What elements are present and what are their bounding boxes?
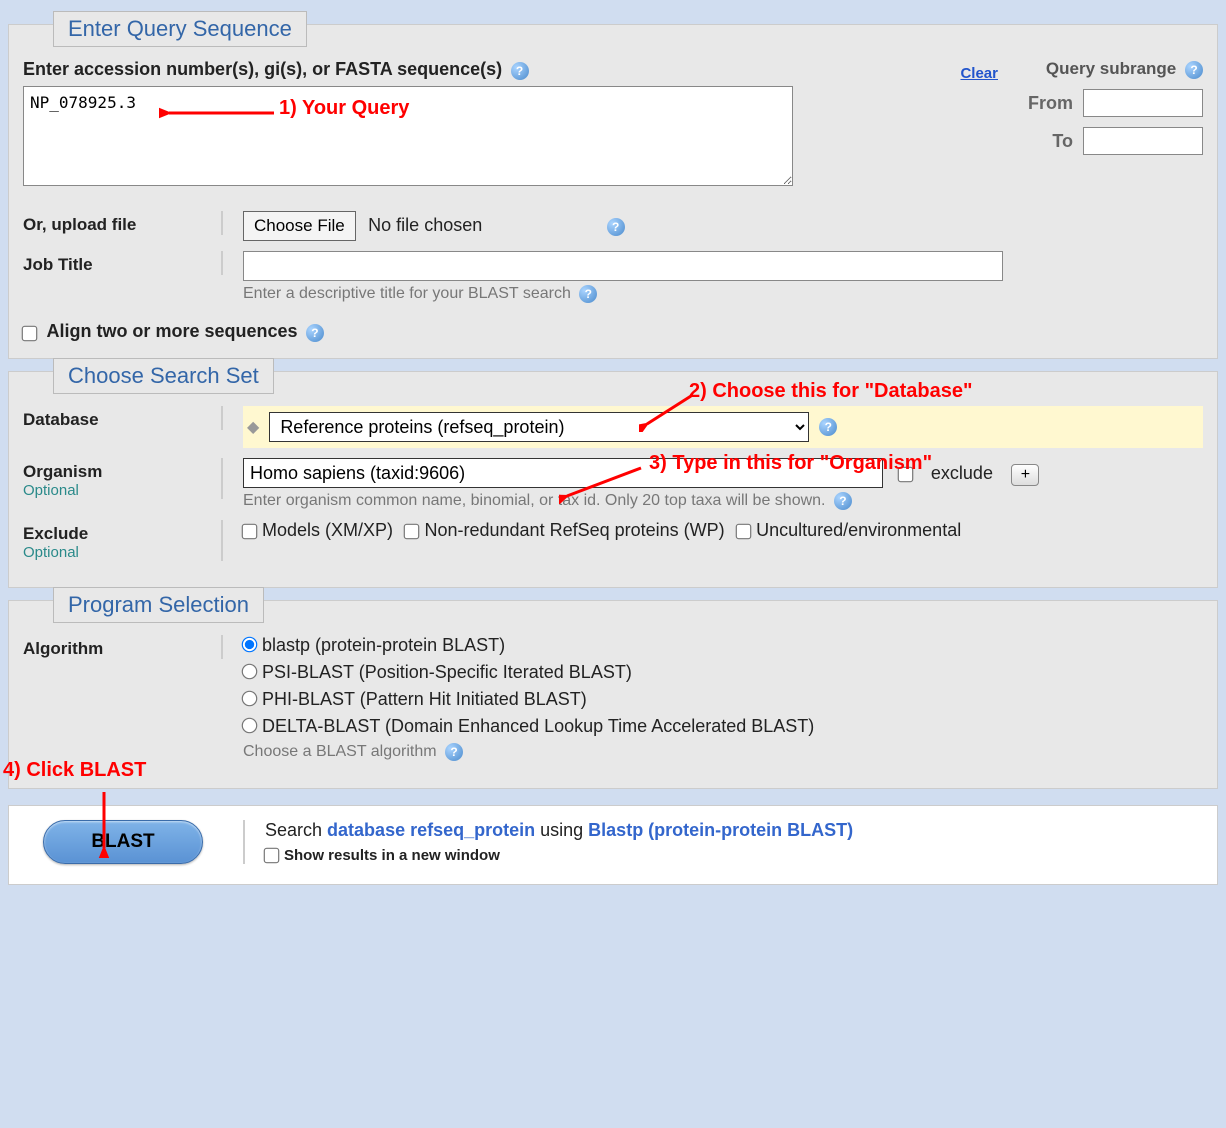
align-label: Align two or more sequences <box>46 321 297 341</box>
file-status: No file chosen <box>368 215 482 235</box>
database-label: Database <box>23 406 223 430</box>
exclude-wp-checkbox[interactable] <box>404 524 420 540</box>
exclude-wp-label: Non-redundant RefSeq proteins (WP) <box>424 520 724 540</box>
exclude-checkbox[interactable] <box>898 467 914 483</box>
to-input[interactable] <box>1083 127 1203 155</box>
algo-blastp-label: blastp (protein-protein BLAST) <box>262 635 505 655</box>
exclude-models-checkbox[interactable] <box>242 524 258 540</box>
exclude-env-checkbox[interactable] <box>736 524 752 540</box>
section-title-program: Program Selection <box>53 587 264 623</box>
algo-hint: Choose a BLAST algorithm <box>243 744 437 761</box>
help-icon[interactable]: ? <box>1185 61 1203 79</box>
algo-delta-radio[interactable] <box>242 718 258 734</box>
exclude-cb-label: exclude <box>931 463 993 483</box>
section-query: Enter Query Sequence Enter accession num… <box>8 24 1218 359</box>
algo-delta-label: DELTA-BLAST (Domain Enhanced Lookup Time… <box>262 716 814 736</box>
help-icon[interactable]: ? <box>445 743 463 761</box>
search-using: using <box>535 820 588 840</box>
blast-button[interactable]: BLAST <box>43 820 203 864</box>
diamond-icon: ◆ <box>247 417 259 437</box>
optional-label: Optional <box>23 482 221 499</box>
help-icon[interactable]: ? <box>607 218 625 236</box>
exclude-models-label: Models (XM/XP) <box>262 520 393 540</box>
algo-phi-radio[interactable] <box>242 691 258 707</box>
query-subrange: Query subrange ? From To <box>1028 59 1203 165</box>
subrange-title: Query subrange <box>1046 59 1176 78</box>
query-field-label: Enter accession number(s), gi(s), or FAS… <box>23 59 502 80</box>
algorithm-label: Algorithm <box>23 635 223 659</box>
search-program: Blastp (protein-protein BLAST) <box>588 820 853 840</box>
algo-psi-label: PSI-BLAST (Position-Specific Iterated BL… <box>262 662 632 682</box>
exclude-env-label: Uncultured/environmental <box>756 520 961 540</box>
organism-input[interactable] <box>243 458 883 488</box>
job-title-input[interactable] <box>243 251 1003 281</box>
add-organism-button[interactable]: + <box>1011 464 1039 486</box>
search-prefix: Search <box>265 820 327 840</box>
algo-phi-label: PHI-BLAST (Pattern Hit Initiated BLAST) <box>262 689 587 709</box>
algo-blastp-radio[interactable] <box>242 637 258 653</box>
from-input[interactable] <box>1083 89 1203 117</box>
section-title-query: Enter Query Sequence <box>53 11 307 47</box>
help-icon[interactable]: ? <box>306 324 324 342</box>
algo-psi-radio[interactable] <box>242 664 258 680</box>
optional-label: Optional <box>23 544 221 561</box>
search-database: database refseq_protein <box>327 820 535 840</box>
upload-label: Or, upload file <box>23 211 223 235</box>
job-title-hint: Enter a descriptive title for your BLAST… <box>243 285 571 302</box>
annotation-4: 4) Click BLAST <box>3 759 146 782</box>
section-title-search-set: Choose Search Set <box>53 358 274 394</box>
query-textarea[interactable] <box>23 86 793 186</box>
from-label: From <box>1028 93 1073 114</box>
job-title-label: Job Title <box>23 251 223 275</box>
show-results-label: Show results in a new window <box>284 847 500 864</box>
organism-label: Organism <box>23 462 102 481</box>
show-results-checkbox[interactable] <box>264 848 280 864</box>
blast-submit-row: BLAST Search database refseq_protein usi… <box>8 805 1218 885</box>
help-icon[interactable]: ? <box>579 285 597 303</box>
align-checkbox[interactable] <box>22 325 38 341</box>
exclude-label: Exclude <box>23 524 88 543</box>
to-label: To <box>1052 131 1073 152</box>
section-search-set: Choose Search Set Database ◆ Reference p… <box>8 371 1218 588</box>
choose-file-button[interactable]: Choose File <box>243 211 356 241</box>
organism-hint: Enter organism common name, binomial, or… <box>243 492 826 509</box>
help-icon[interactable]: ? <box>834 492 852 510</box>
clear-link[interactable]: Clear <box>960 65 998 82</box>
help-icon[interactable]: ? <box>819 418 837 436</box>
annotation-2: 2) Choose this for "Database" <box>689 380 972 403</box>
database-select[interactable]: Reference proteins (refseq_protein) <box>269 412 809 442</box>
help-icon[interactable]: ? <box>511 62 529 80</box>
section-program: Program Selection Algorithm blastp (prot… <box>8 600 1218 788</box>
